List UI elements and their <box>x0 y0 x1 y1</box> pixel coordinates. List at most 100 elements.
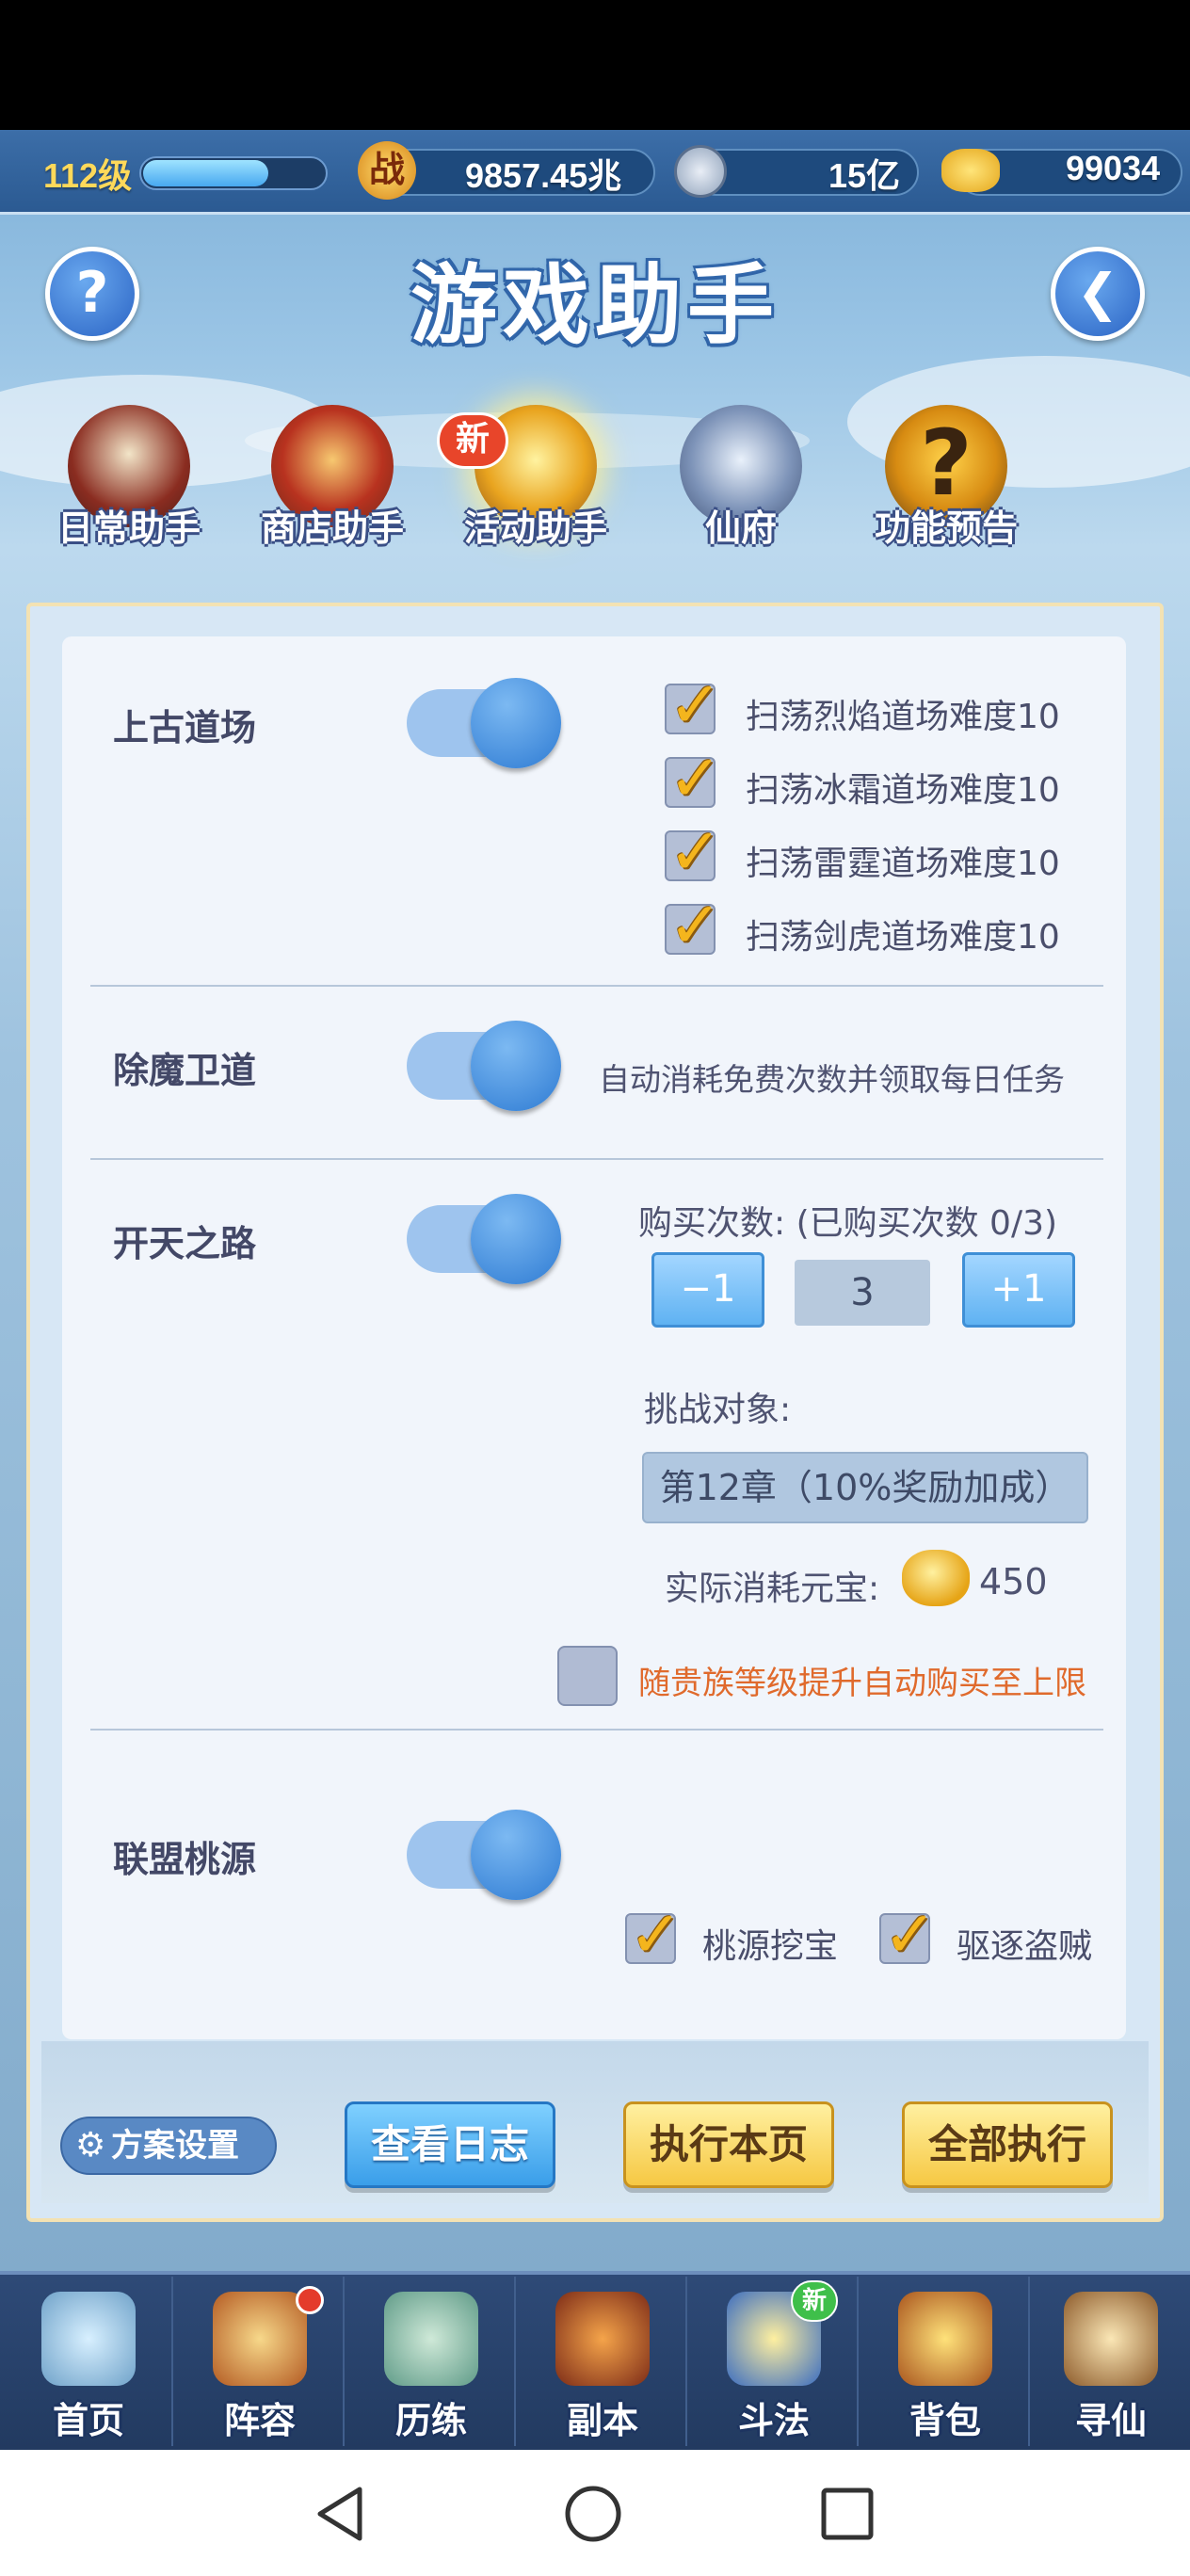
auto-buy-label: 随贵族等级提升自动购买至上限 <box>638 1665 1086 1702</box>
new-badge: 新 <box>791 2280 838 2322</box>
tab-label: 功能预告 <box>874 507 1018 549</box>
toggle-knob <box>471 1194 561 1284</box>
nav-item-home[interactable]: 首页 <box>4 2277 173 2446</box>
checkbox-peach-dig[interactable]: ✓ <box>621 1898 683 1972</box>
divider <box>90 985 1103 987</box>
checkbox-dojo-4[interactable]: ✓ <box>661 889 722 963</box>
option-label: 扫荡雷霆道场难度10 <box>746 845 1060 883</box>
toggle-sky-road[interactable] <box>407 1194 567 1284</box>
tab-daily[interactable]: 日常助手 <box>40 405 218 570</box>
new-badge: 新 <box>437 412 508 469</box>
checkbox-dojo-2[interactable]: ✓ <box>661 742 722 816</box>
back-nav-icon[interactable] <box>311 2484 371 2544</box>
currency-value: 15亿 <box>828 156 901 195</box>
checkbox-dojo-3[interactable]: ✓ <box>661 815 722 890</box>
buy-count-label: 购买次数: (已购买次数 0/3) <box>638 1204 1058 1243</box>
toggle-knob <box>471 1021 561 1111</box>
option-label: 桃源挖宝 <box>702 1927 839 1966</box>
nav-item-seek[interactable]: 寻仙 <box>1026 2277 1190 2446</box>
tab-activity[interactable]: 新 活动助手 <box>437 405 625 570</box>
gear-icon: ⚙ <box>75 2126 106 2165</box>
demon-guard-desc: 自动消耗免费次数并领取每日任务 <box>599 1061 1065 1098</box>
level-progress-fill <box>143 160 268 186</box>
toggle-demon-guard[interactable] <box>407 1021 567 1111</box>
nav-item-bag[interactable]: 背包 <box>860 2277 1030 2446</box>
check-icon: ✓ <box>668 889 722 963</box>
check-icon: ✓ <box>629 1898 683 1972</box>
nav-label: 斗法 <box>737 2400 810 2441</box>
system-nav-bar <box>0 2450 1190 2576</box>
nav-label: 副本 <box>566 2400 638 2441</box>
back-button[interactable]: ❮ <box>1051 247 1145 341</box>
buy-count-field[interactable]: 3 <box>795 1260 930 1326</box>
challenge-label: 挑战对象: <box>644 1391 792 1429</box>
status-bar <box>0 0 1190 130</box>
tab-label: 商店助手 <box>260 507 404 549</box>
tab-preview[interactable]: ? 功能预告 <box>857 405 1036 570</box>
option-label: 扫荡烈焰道场难度10 <box>746 698 1060 736</box>
auto-buy-checkbox[interactable] <box>557 1646 618 1706</box>
tab-label: 仙府 <box>704 507 777 549</box>
recents-nav-icon[interactable] <box>819 2486 876 2542</box>
lineup-icon <box>213 2292 307 2386</box>
nav-item-lineup[interactable]: 阵容 <box>175 2277 345 2446</box>
option-label: 驱逐盗贼 <box>957 1927 1093 1966</box>
toggle-knob <box>471 1810 561 1900</box>
page-title: 游戏助手 <box>410 254 780 356</box>
nav-label: 背包 <box>909 2400 981 2441</box>
scheme-label: 方案设置 <box>111 2127 239 2165</box>
level-text: 112级 <box>43 156 133 195</box>
power-value: 9857.45兆 <box>465 156 622 195</box>
silver-coin-icon <box>674 145 727 198</box>
checkbox-dojo-1[interactable]: ✓ <box>661 668 722 743</box>
option-label: 扫荡冰霜道场难度10 <box>746 771 1060 810</box>
red-dot-icon <box>296 2286 324 2314</box>
resource-bar: 112级 战 9857.45兆 15亿 99034 <box>0 130 1190 215</box>
tab-shop[interactable]: 商店助手 <box>243 405 422 570</box>
gold-value: 99034 <box>1066 149 1161 187</box>
scheme-settings-button[interactable]: ⚙ 方案设置 <box>60 2117 277 2175</box>
gold-ingot-icon <box>902 1550 970 1606</box>
section-title-demon-guard: 除魔卫道 <box>113 1050 257 1091</box>
tab-palace[interactable]: 仙府 <box>651 405 830 570</box>
seek-icon <box>1064 2292 1158 2386</box>
check-icon: ✓ <box>668 668 722 743</box>
cost-value: 450 <box>979 1561 1048 1602</box>
tab-label: 活动助手 <box>463 507 607 549</box>
run-all-button[interactable]: 全部执行 <box>902 2101 1113 2188</box>
level-progress-bar <box>139 156 328 190</box>
nav-item-battle[interactable]: 新 斗法 <box>689 2277 859 2446</box>
section-title-sky-road: 开天之路 <box>113 1223 257 1264</box>
nav-label: 寻仙 <box>1074 2400 1147 2441</box>
nav-item-training[interactable]: 历练 <box>346 2277 516 2446</box>
toggle-knob <box>471 678 561 768</box>
home-icon <box>41 2292 136 2386</box>
checkbox-peach-thief[interactable]: ✓ <box>876 1898 937 1972</box>
check-icon: ✓ <box>883 1898 937 1972</box>
view-log-button[interactable]: 查看日志 <box>345 2101 555 2188</box>
nav-label: 历练 <box>394 2400 467 2441</box>
home-nav-icon[interactable] <box>563 2484 623 2544</box>
nav-label: 阵容 <box>223 2400 296 2441</box>
option-label: 扫荡剑虎道场难度10 <box>746 918 1060 957</box>
toggle-alliance-peach[interactable] <box>407 1810 567 1900</box>
section-title-ancient-dojo: 上古道场 <box>113 707 257 749</box>
divider <box>90 1158 1103 1160</box>
run-page-button[interactable]: 执行本页 <box>623 2101 834 2188</box>
cost-label: 实际消耗元宝: <box>665 1570 880 1608</box>
check-icon: ✓ <box>668 815 722 890</box>
nav-label: 首页 <box>52 2400 124 2441</box>
back-arrow-icon: ❮ <box>1076 263 1119 322</box>
dungeon-icon <box>555 2292 650 2386</box>
section-title-alliance-peach: 联盟桃源 <box>113 1839 257 1880</box>
bag-icon <box>898 2292 992 2386</box>
gold-ingot-icon <box>941 149 1000 192</box>
minus-button[interactable]: −1 <box>651 1252 764 1328</box>
nav-item-dungeon[interactable]: 副本 <box>518 2277 687 2446</box>
training-icon <box>384 2292 478 2386</box>
scroll-content[interactable]: 上古道场 ✓ 扫荡烈焰道场难度10 ✓ 扫荡冰霜道场难度10 ✓ 扫荡雷霆道场难… <box>62 636 1126 2039</box>
plus-button[interactable]: +1 <box>962 1252 1075 1328</box>
check-icon: ✓ <box>668 742 722 816</box>
toggle-ancient-dojo[interactable] <box>407 678 567 768</box>
challenge-select[interactable]: 第12章（10%奖励加成） <box>642 1452 1088 1523</box>
